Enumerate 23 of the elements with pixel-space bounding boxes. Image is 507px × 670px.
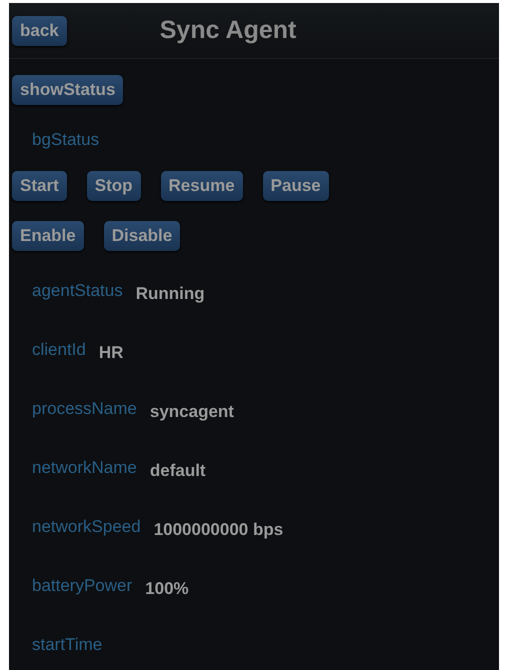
control-button[interactable]: Enable	[12, 220, 84, 250]
field-value: default	[150, 460, 206, 482]
status-label: bgStatus	[32, 129, 100, 151]
control-button[interactable]: Pause	[262, 170, 329, 200]
control-button[interactable]: Disable	[104, 220, 180, 250]
control-button[interactable]: Start	[12, 170, 67, 200]
field-label: networkName	[32, 457, 137, 479]
field-value: Running	[136, 283, 205, 305]
field-label: clientId	[32, 339, 86, 361]
field-value: 100%	[145, 578, 189, 600]
field-label: startTime	[32, 634, 102, 656]
field-label: processName	[32, 398, 137, 420]
field-value: HR	[98, 342, 124, 364]
field-label: agentStatus	[32, 280, 123, 302]
back-button[interactable]: back	[12, 16, 67, 46]
field-label: batteryPower	[32, 575, 132, 597]
field-value: 1000000000 bps	[154, 519, 284, 541]
field-value: syncagent	[150, 401, 234, 423]
window-title: Sync Agent	[160, 14, 296, 46]
field-label: networkSpeed	[32, 516, 141, 538]
control-button[interactable]: Resume	[160, 170, 243, 200]
control-button[interactable]: Stop	[86, 170, 141, 200]
show-status-button[interactable]: showStatus	[12, 75, 124, 105]
